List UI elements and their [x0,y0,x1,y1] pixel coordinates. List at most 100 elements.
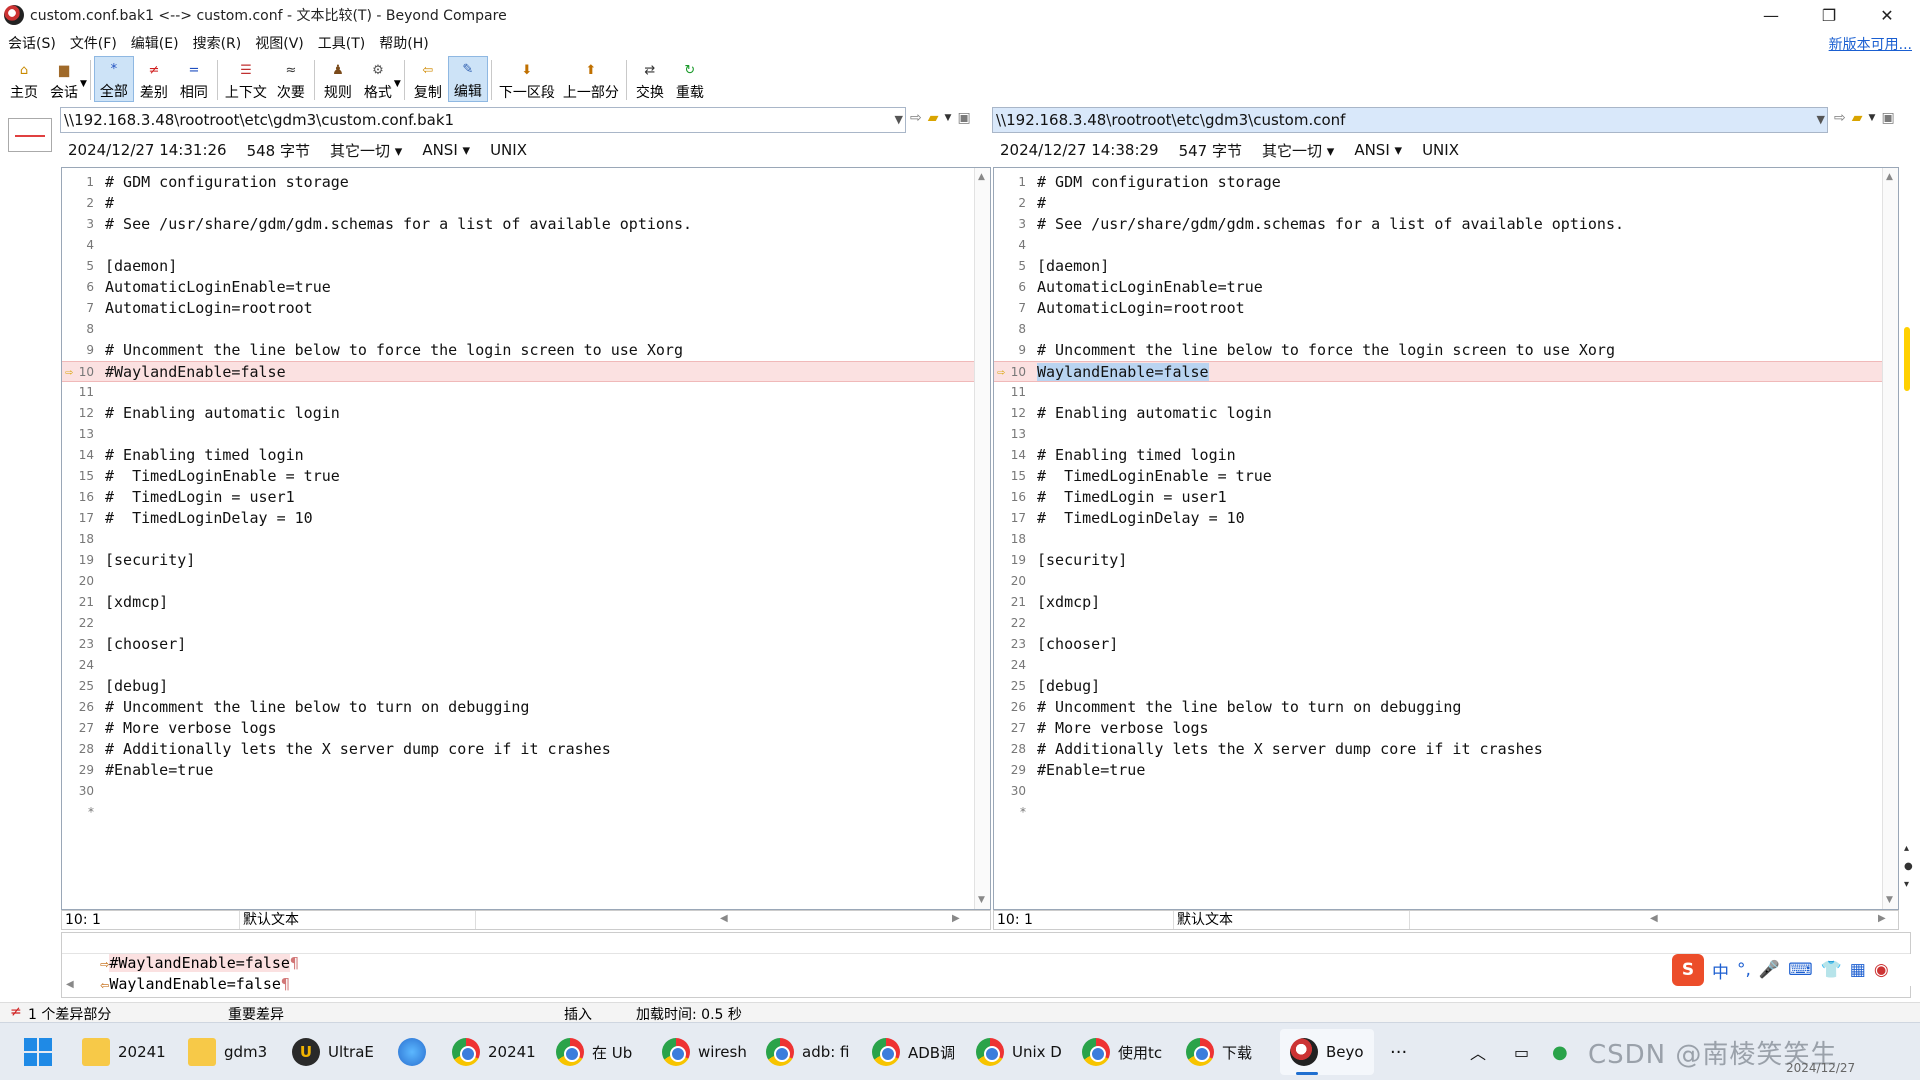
text-line[interactable]: 28 # Additionally lets the X server dump … [62,739,990,760]
prev-section-button[interactable]: ⬆ 上一部分 [559,56,623,102]
taskbar-item-chrome8[interactable]: 下载 [1186,1029,1252,1075]
right-text-pane[interactable]: 1 # GDM configuration storage 2 #3 # See /us… [993,167,1899,910]
next-section-button[interactable]: ⬇ 下一区段 [495,56,559,102]
taskbar-item-chrome2[interactable]: 在 Ub [556,1029,632,1075]
menu-session[interactable]: 会话(S) [0,33,62,53]
text-line[interactable]: 29 #Enable=true [994,760,1898,781]
menu-view[interactable]: 视图(V) [247,33,310,53]
text-line[interactable]: 21 [xdmcp] [994,592,1898,613]
text-line[interactable]: 23 [chooser] [994,634,1898,655]
minimize-button[interactable]: — [1742,0,1800,30]
same-filter-button[interactable]: = 相同 [174,56,214,102]
text-line[interactable]: 9 # Uncomment the line below to force the… [994,340,1898,361]
text-line[interactable]: 25 [debug] [994,676,1898,697]
start-button[interactable] [24,1029,52,1075]
menu-file[interactable]: 文件(F) [62,33,123,53]
text-line[interactable]: 6 AutomaticLoginEnable=true [62,277,990,298]
left-hscroll-left-icon[interactable]: ◀ [720,913,728,924]
text-line[interactable]: 14 # Enabling timed login [62,445,990,466]
text-line[interactable]: 19 [security] [62,550,990,571]
right-path-field[interactable]: \\192.168.3.48\rootroot\etc\gdm3\custom.… [992,107,1828,133]
text-line[interactable]: 24 [62,655,990,676]
text-line[interactable]: 26 # Uncomment the line below to turn on … [62,697,990,718]
left-save-icon[interactable]: ▣ [957,110,970,126]
all-filter-button[interactable]: * 全部 [93,56,134,102]
rules-button[interactable]: ♟ 规则 [318,56,358,102]
format-button[interactable]: ⚙ 格式 [358,56,398,102]
taskbar-item-beyond-compare[interactable]: Beyo [1280,1029,1374,1075]
left-open-folder-icon[interactable]: ▰ [928,110,939,126]
menu-search[interactable]: 搜索(R) [185,33,248,53]
text-line[interactable]: 12 # Enabling automatic login [62,403,990,424]
text-line[interactable]: 15 # TimedLoginEnable = true [994,466,1898,487]
right-line-ending[interactable]: UNIX [1422,141,1459,159]
text-line[interactable]: 30 [994,781,1898,802]
text-line[interactable]: 22 [994,613,1898,634]
text-line[interactable]: 14 # Enabling timed login [994,445,1898,466]
taskbar-item-globe[interactable] [398,1029,434,1075]
home-button[interactable]: ⌂ 主页 [4,56,44,102]
text-line[interactable]: 16 # TimedLogin = user1 [62,487,990,508]
text-line[interactable]: 7 AutomaticLogin=rootroot [994,298,1898,319]
text-line[interactable]: 2 # [62,193,990,214]
skin-icon[interactable]: 👕 [1821,960,1842,980]
minor-button[interactable]: ≈ 次要 [271,56,311,102]
taskbar-item-chrome3[interactable]: wiresh [662,1029,747,1075]
scroll-down-icon[interactable]: ▼ [978,895,985,905]
scroll-up-icon[interactable]: ▲ [978,172,985,182]
text-line[interactable]: 3 # See /usr/share/gdm/gdm.schemas for a … [62,214,990,235]
left-line-ending[interactable]: UNIX [490,141,527,159]
text-line[interactable]: 28 # Additionally lets the X server dump … [994,739,1898,760]
left-path-dropdown-icon[interactable]: ▼ [895,113,903,126]
swap-button[interactable]: ⇄ 交换 [630,56,670,102]
left-encoding-dropdown[interactable]: ANSI ▾ [422,141,470,159]
taskbar-item-ultraedit[interactable]: U UltraE [292,1029,374,1075]
text-line[interactable]: 11 [62,382,990,403]
taskbar-item-chrome7[interactable]: 使用tc [1082,1029,1162,1075]
text-line[interactable]: 24 [994,655,1898,676]
taskbar-item-chrome5[interactable]: ADB调 [872,1029,955,1075]
right-encoding-dropdown[interactable]: ANSI ▾ [1354,141,1402,159]
text-line[interactable]: 17 # TimedLoginDelay = 10 [994,508,1898,529]
keyboard-icon[interactable]: ⌨ [1788,960,1813,980]
context-button[interactable]: ☰ 上下文 [221,56,271,102]
right-hscroll-right-icon[interactable]: ▶ [1878,913,1886,924]
ime-punct[interactable]: °, [1737,960,1751,980]
menu-help[interactable]: 帮助(H) [371,33,434,53]
text-line[interactable]: 13 [994,424,1898,445]
text-line[interactable]: 8 [62,319,990,340]
tray-monitor-icon[interactable]: ▭ [1514,1029,1529,1075]
text-line[interactable]: 4 [62,235,990,256]
session-button[interactable]: ▆ 会话 [44,56,84,102]
text-line[interactable]: 19 [security] [994,550,1898,571]
text-line[interactable]: 6 AutomaticLoginEnable=true [994,277,1898,298]
diff-line[interactable]: ⇨ 10 #WaylandEnable=false [62,361,990,382]
text-line[interactable]: 2 # [994,193,1898,214]
session-dropdown-icon[interactable]: ▼ [80,79,87,89]
scroll-down-icon[interactable]: ▼ [1886,895,1893,905]
microphone-icon[interactable]: 🎤 [1759,960,1780,980]
right-folder-dropdown-icon[interactable]: ▼ [1869,113,1876,123]
taskbar-item-chrome4[interactable]: adb: fi [766,1029,850,1075]
text-line[interactable]: 26 # Uncomment the line below to turn on … [994,697,1898,718]
edit-button[interactable]: ✎ 编辑 [447,56,488,102]
right-vertical-scrollbar[interactable]: ▲ ▼ [1882,168,1898,909]
right-hscroll-left-icon[interactable]: ◀ [1650,913,1658,924]
reload-button[interactable]: ↻ 重载 [670,56,710,102]
taskbar-item-folder1[interactable]: 20241 [82,1029,166,1075]
right-open-folder-icon[interactable]: ▰ [1852,110,1863,126]
ime-mascot-icon[interactable]: ◉ [1874,960,1889,980]
left-vertical-scrollbar[interactable]: ▲ ▼ [974,168,990,909]
text-line[interactable]: 20 [62,571,990,592]
left-path-field[interactable]: \\192.168.3.48\rootroot\etc\gdm3\custom.… [60,107,906,133]
diffs-filter-button[interactable]: ≠ 差别 [134,56,174,102]
left-browse-arrow-icon[interactable]: ⇨ [910,110,922,126]
text-line[interactable]: 22 [62,613,990,634]
overview-nav-icons[interactable]: ▴ ● ▾ [1904,840,1913,894]
text-line[interactable]: 8 [994,319,1898,340]
wechat-icon[interactable]: ● [1552,1029,1568,1075]
text-line[interactable]: 4 [994,235,1898,256]
menu-tools[interactable]: 工具(T) [310,33,371,53]
text-line[interactable]: 5 [daemon] [994,256,1898,277]
taskbar-item-chrome1[interactable]: 20241 [452,1029,536,1075]
